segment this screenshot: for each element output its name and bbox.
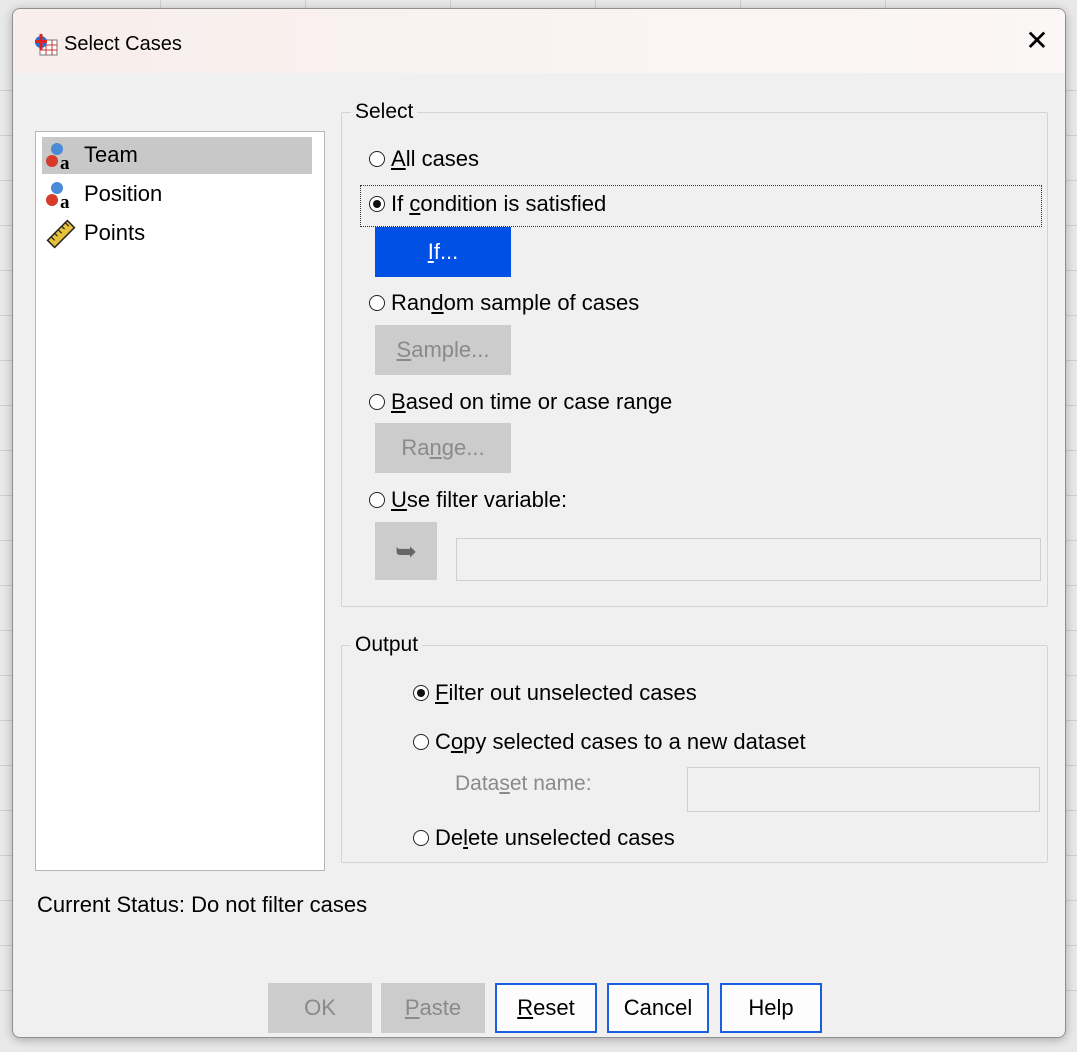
radio-button[interactable]	[369, 295, 385, 311]
nominal-variable-icon: a	[46, 143, 70, 171]
spss-select-cases-icon	[35, 34, 58, 56]
filter-variable-radio[interactable]: Use filter variable:	[369, 485, 567, 515]
ok-button[interactable]: OK	[268, 983, 372, 1033]
delete-unselected-radio[interactable]: Delete unselected cases	[413, 823, 675, 853]
if-condition-radio[interactable]: If condition is satisfied	[369, 189, 606, 219]
title-bar: Select Cases ✕	[13, 9, 1065, 73]
radio-button-selected[interactable]	[413, 685, 429, 701]
time-range-radio[interactable]: Based on time or case range	[369, 387, 672, 417]
variable-item-position[interactable]: a Position	[42, 176, 312, 213]
reset-button[interactable]: Reset	[495, 983, 597, 1033]
copy-new-dataset-radio[interactable]: Copy selected cases to a new dataset	[413, 727, 806, 757]
filter-out-radio[interactable]: Filter out unselected cases	[413, 678, 697, 708]
all-cases-radio[interactable]: All cases	[369, 144, 479, 174]
sample-button[interactable]: Sample...	[375, 325, 511, 375]
radio-button[interactable]	[369, 394, 385, 410]
dataset-name-input[interactable]	[687, 767, 1040, 812]
paste-button[interactable]: Paste	[381, 983, 485, 1033]
window-title: Select Cases	[64, 33, 182, 55]
variable-list[interactable]: a Team a Position Points	[35, 131, 325, 871]
current-status: Current Status: Do not filter cases	[37, 892, 368, 917]
cancel-button[interactable]: Cancel	[607, 983, 709, 1033]
range-button[interactable]: Ra n ge...	[375, 423, 511, 473]
dataset-name-label: Dataset name:	[455, 772, 592, 795]
radio-button[interactable]	[413, 734, 429, 750]
filter-variable-field[interactable]	[456, 538, 1041, 581]
svg-text:a: a	[60, 192, 70, 210]
radio-button[interactable]	[369, 492, 385, 508]
variable-label: Position	[84, 181, 163, 206]
nominal-variable-icon: a	[46, 182, 70, 210]
close-button[interactable]: ✕	[1017, 21, 1057, 61]
output-group-legend: Output	[355, 633, 419, 656]
radio-button-selected[interactable]	[369, 196, 385, 212]
move-variable-button[interactable]: ➥	[375, 522, 437, 580]
select-cases-dialog: Select Cases ✕ a Team a Position Points …	[12, 8, 1066, 1038]
random-sample-radio[interactable]: Random sample of cases	[369, 288, 639, 318]
scale-variable-icon	[46, 219, 76, 249]
radio-button[interactable]	[369, 151, 385, 167]
if-button[interactable]: If...	[375, 227, 511, 277]
variable-item-team[interactable]: a Team	[42, 137, 312, 174]
close-icon: ✕	[1025, 25, 1049, 56]
select-group-legend: Select	[355, 100, 414, 123]
help-button[interactable]: Help	[720, 983, 822, 1033]
radio-button[interactable]	[413, 830, 429, 846]
variable-label: Team	[84, 142, 138, 167]
svg-text:a: a	[60, 153, 70, 171]
variable-label: Points	[84, 220, 146, 245]
variable-item-points[interactable]: Points	[42, 215, 312, 252]
arrow-right-icon: ➥	[395, 535, 417, 566]
